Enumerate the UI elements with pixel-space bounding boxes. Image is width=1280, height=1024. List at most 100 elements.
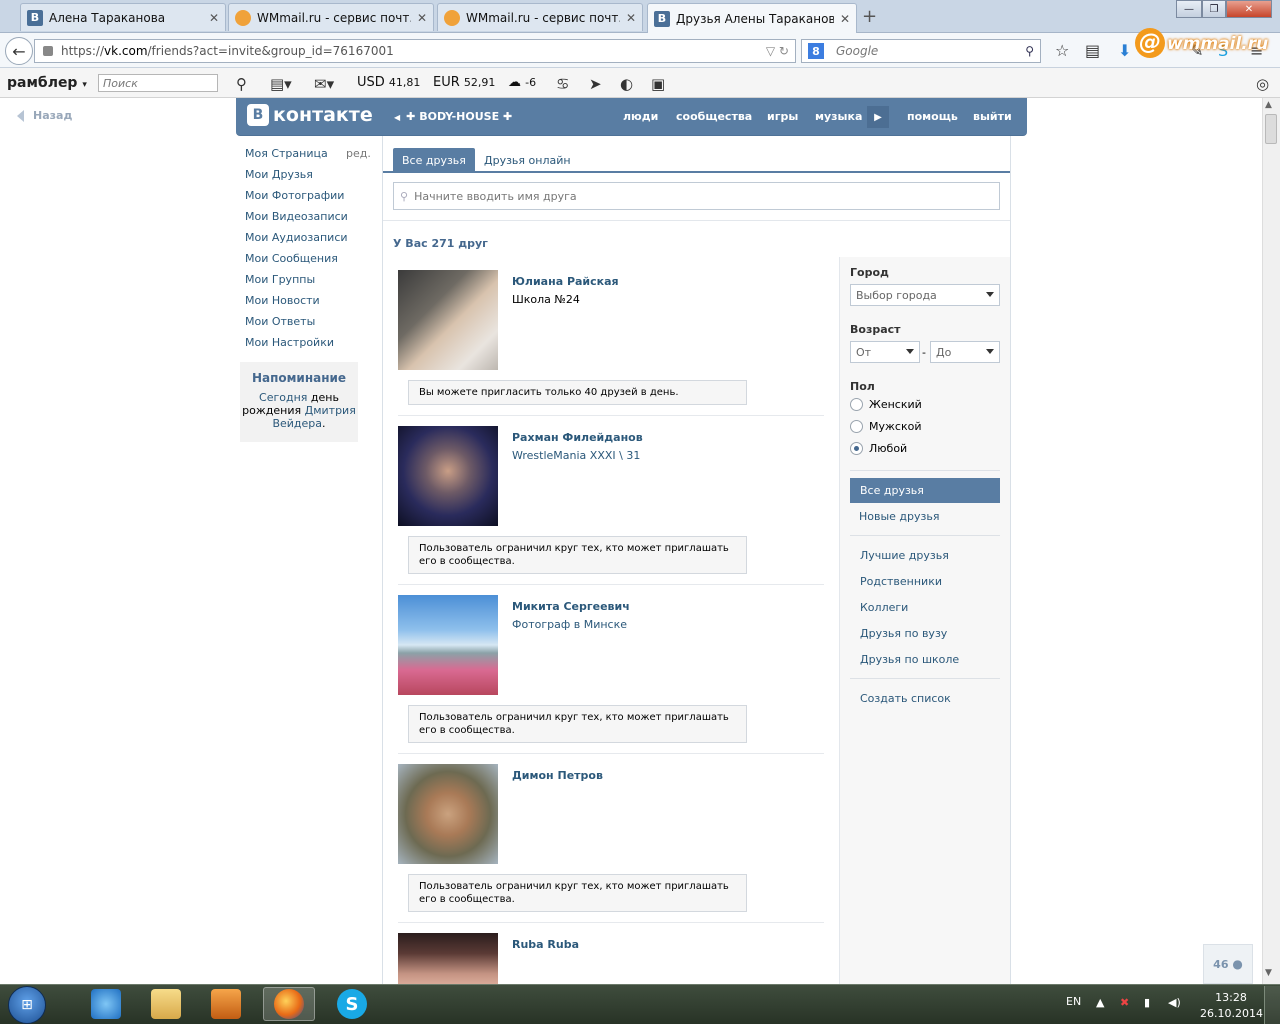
create-list-link[interactable]: Создать список [860,692,951,705]
tray-network-icon[interactable]: ✖ [1120,996,1129,1009]
tab-all-friends[interactable]: Все друзья [393,148,475,172]
online-counter[interactable]: 46 ● [1203,944,1253,984]
friend-info[interactable]: WrestleMania XXXI \ 31 [512,449,640,462]
reminder-person-link[interactable]: Дмитрия [305,404,356,417]
minimize-button[interactable]: — [1176,0,1202,18]
web-search-box[interactable]: 8 Google ⚲ [801,39,1041,63]
nav-logout[interactable]: выйти [973,110,1012,123]
menu-my-answers[interactable]: Мои Ответы [245,315,315,328]
taskbar-explorer[interactable] [140,987,192,1021]
friend-search-input[interactable]: ⚲ Начните вводить имя друга [393,182,1000,210]
tv-icon[interactable]: ▣ [651,75,665,93]
friend-name[interactable]: Рахман Филейданов [512,431,643,444]
reminder-person-link-2[interactable]: Вейдера [272,417,322,430]
usd-rate[interactable]: USD 41,81 [357,75,420,90]
scrollbar[interactable] [1262,98,1280,984]
new-tab-button[interactable]: + [862,6,877,27]
vk-logo[interactable]: Вконтакте [247,104,373,126]
close-tab-icon[interactable]: ✕ [209,11,219,25]
scroll-up-icon[interactable]: ▲ [1265,100,1272,110]
browser-back-button[interactable]: ← [5,37,33,65]
search-engine-icon[interactable]: 8 [808,43,824,59]
gender-any-radio[interactable]: Любой [850,442,907,455]
friend-avatar[interactable] [398,764,498,864]
maximize-button[interactable]: ❐ [1202,0,1226,18]
friend-avatar[interactable] [398,933,498,984]
reload-icon[interactable]: ▽ ↻ [766,44,789,58]
eur-rate[interactable]: EUR 52,91 [433,75,495,90]
back-link[interactable]: Назад [17,109,72,122]
scroll-down-icon[interactable]: ▼ [1265,968,1272,978]
bookmarks-list-icon[interactable]: ▤ [1085,41,1100,60]
mail-icon[interactable]: ✉▾ [314,75,334,93]
age-from-select[interactable]: От [850,341,920,363]
friend-avatar[interactable] [398,595,498,695]
horoscope-icon[interactable]: ♋ [556,75,569,93]
close-tab-icon[interactable]: ✕ [840,12,850,26]
nav-people[interactable]: люди [623,110,658,123]
friend-avatar[interactable] [398,270,498,370]
browser-tab-4-active[interactable]: B Друзья Алены Тараканов... ✕ [647,3,857,33]
taskbar-media-player[interactable] [200,987,252,1021]
menu-my-news[interactable]: Мои Новости [245,294,320,307]
rambler-search-input[interactable]: Поиск [98,74,218,92]
menu-my-friends[interactable]: Мои Друзья [245,168,313,181]
games-icon[interactable]: ◐ [620,75,633,93]
list-school-friends[interactable]: Друзья по школе [860,653,959,666]
friend-info[interactable]: Фотограф в Минске [512,618,627,631]
nav-communities[interactable]: сообщества [676,110,752,123]
close-tab-icon[interactable]: ✕ [626,11,636,25]
tray-volume-icon[interactable]: ◀) [1168,996,1181,1009]
menu-my-photos[interactable]: Мои Фотографии [245,189,344,202]
list-university-friends[interactable]: Друзья по вузу [860,627,947,640]
tray-clock[interactable]: 13:28 26.10.2014 [1200,990,1263,1022]
url-bar[interactable]: https://vk.com/friends?act=invite&group_… [34,39,796,63]
tray-language[interactable]: EN [1066,995,1081,1008]
menu-my-page[interactable]: Моя Страница [245,147,328,160]
tray-expand-icon[interactable]: ▲ [1096,996,1104,1009]
nav-more-arrow-icon[interactable]: ▶ [867,106,889,128]
taskbar-ie[interactable] [80,987,132,1021]
nav-help[interactable]: помощь [907,110,958,123]
nav-music[interactable]: музыка [815,110,862,123]
friend-name[interactable]: Микита Сергеевич [512,600,630,613]
weather[interactable]: ☁ -6 [508,75,536,90]
menu-my-settings[interactable]: Мои Настройки [245,336,334,349]
menu-my-videos[interactable]: Мои Видеозаписи [245,210,348,223]
window-close-button[interactable]: ✕ [1226,0,1272,18]
list-relatives[interactable]: Родственники [860,575,942,588]
friend-name[interactable]: Димон Петров [512,769,603,782]
list-best-friends[interactable]: Лучшие друзья [860,549,949,562]
news-icon[interactable]: ▤▾ [270,75,292,93]
age-to-select[interactable]: До [930,341,1000,363]
show-desktop-button[interactable] [1264,986,1280,1024]
list-all-friends[interactable]: Все друзья [850,478,1000,503]
taskbar-skype[interactable]: S [326,987,378,1021]
rambler-logo[interactable]: рамблер ▾ [7,75,87,91]
tab-friends-online[interactable]: Друзья онлайн [484,154,571,167]
gender-male-radio[interactable]: Мужской [850,420,921,433]
friend-name[interactable]: Ruba Ruba [512,938,579,951]
city-select[interactable]: Выбор города [850,284,1000,306]
taskbar-firefox[interactable] [263,987,315,1021]
rambler-settings-icon[interactable]: ◎ [1256,75,1269,93]
friend-name[interactable]: Юлиана Райская [512,275,619,288]
gender-female-radio[interactable]: Женский [850,398,922,411]
download-icon[interactable]: ⬇ [1118,41,1131,60]
reminder-today-link[interactable]: Сегодня [259,391,307,404]
bookmark-star-icon[interactable]: ☆ [1055,41,1069,60]
send-icon[interactable]: ➤ [589,75,602,93]
list-new-friends[interactable]: Новые друзья [859,510,939,523]
nav-games[interactable]: игры [767,110,798,123]
edit-link[interactable]: ред. [346,147,371,160]
browser-tab-3[interactable]: WMmail.ru - сервис почт... ✕ [437,3,643,31]
browser-tab-2[interactable]: WMmail.ru - сервис почт... ✕ [228,3,434,31]
tray-signal-icon[interactable]: ▮ [1144,996,1150,1009]
search-icon[interactable]: ⚲ [1025,44,1034,58]
close-tab-icon[interactable]: ✕ [417,11,427,25]
search-icon[interactable]: ⚲ [236,75,247,93]
menu-my-audio[interactable]: Мои Аудиозаписи [245,231,348,244]
list-colleagues[interactable]: Коллеги [860,601,908,614]
friend-avatar[interactable] [398,426,498,526]
wmmail-logo[interactable]: @ wmmail.ru [1135,28,1275,64]
